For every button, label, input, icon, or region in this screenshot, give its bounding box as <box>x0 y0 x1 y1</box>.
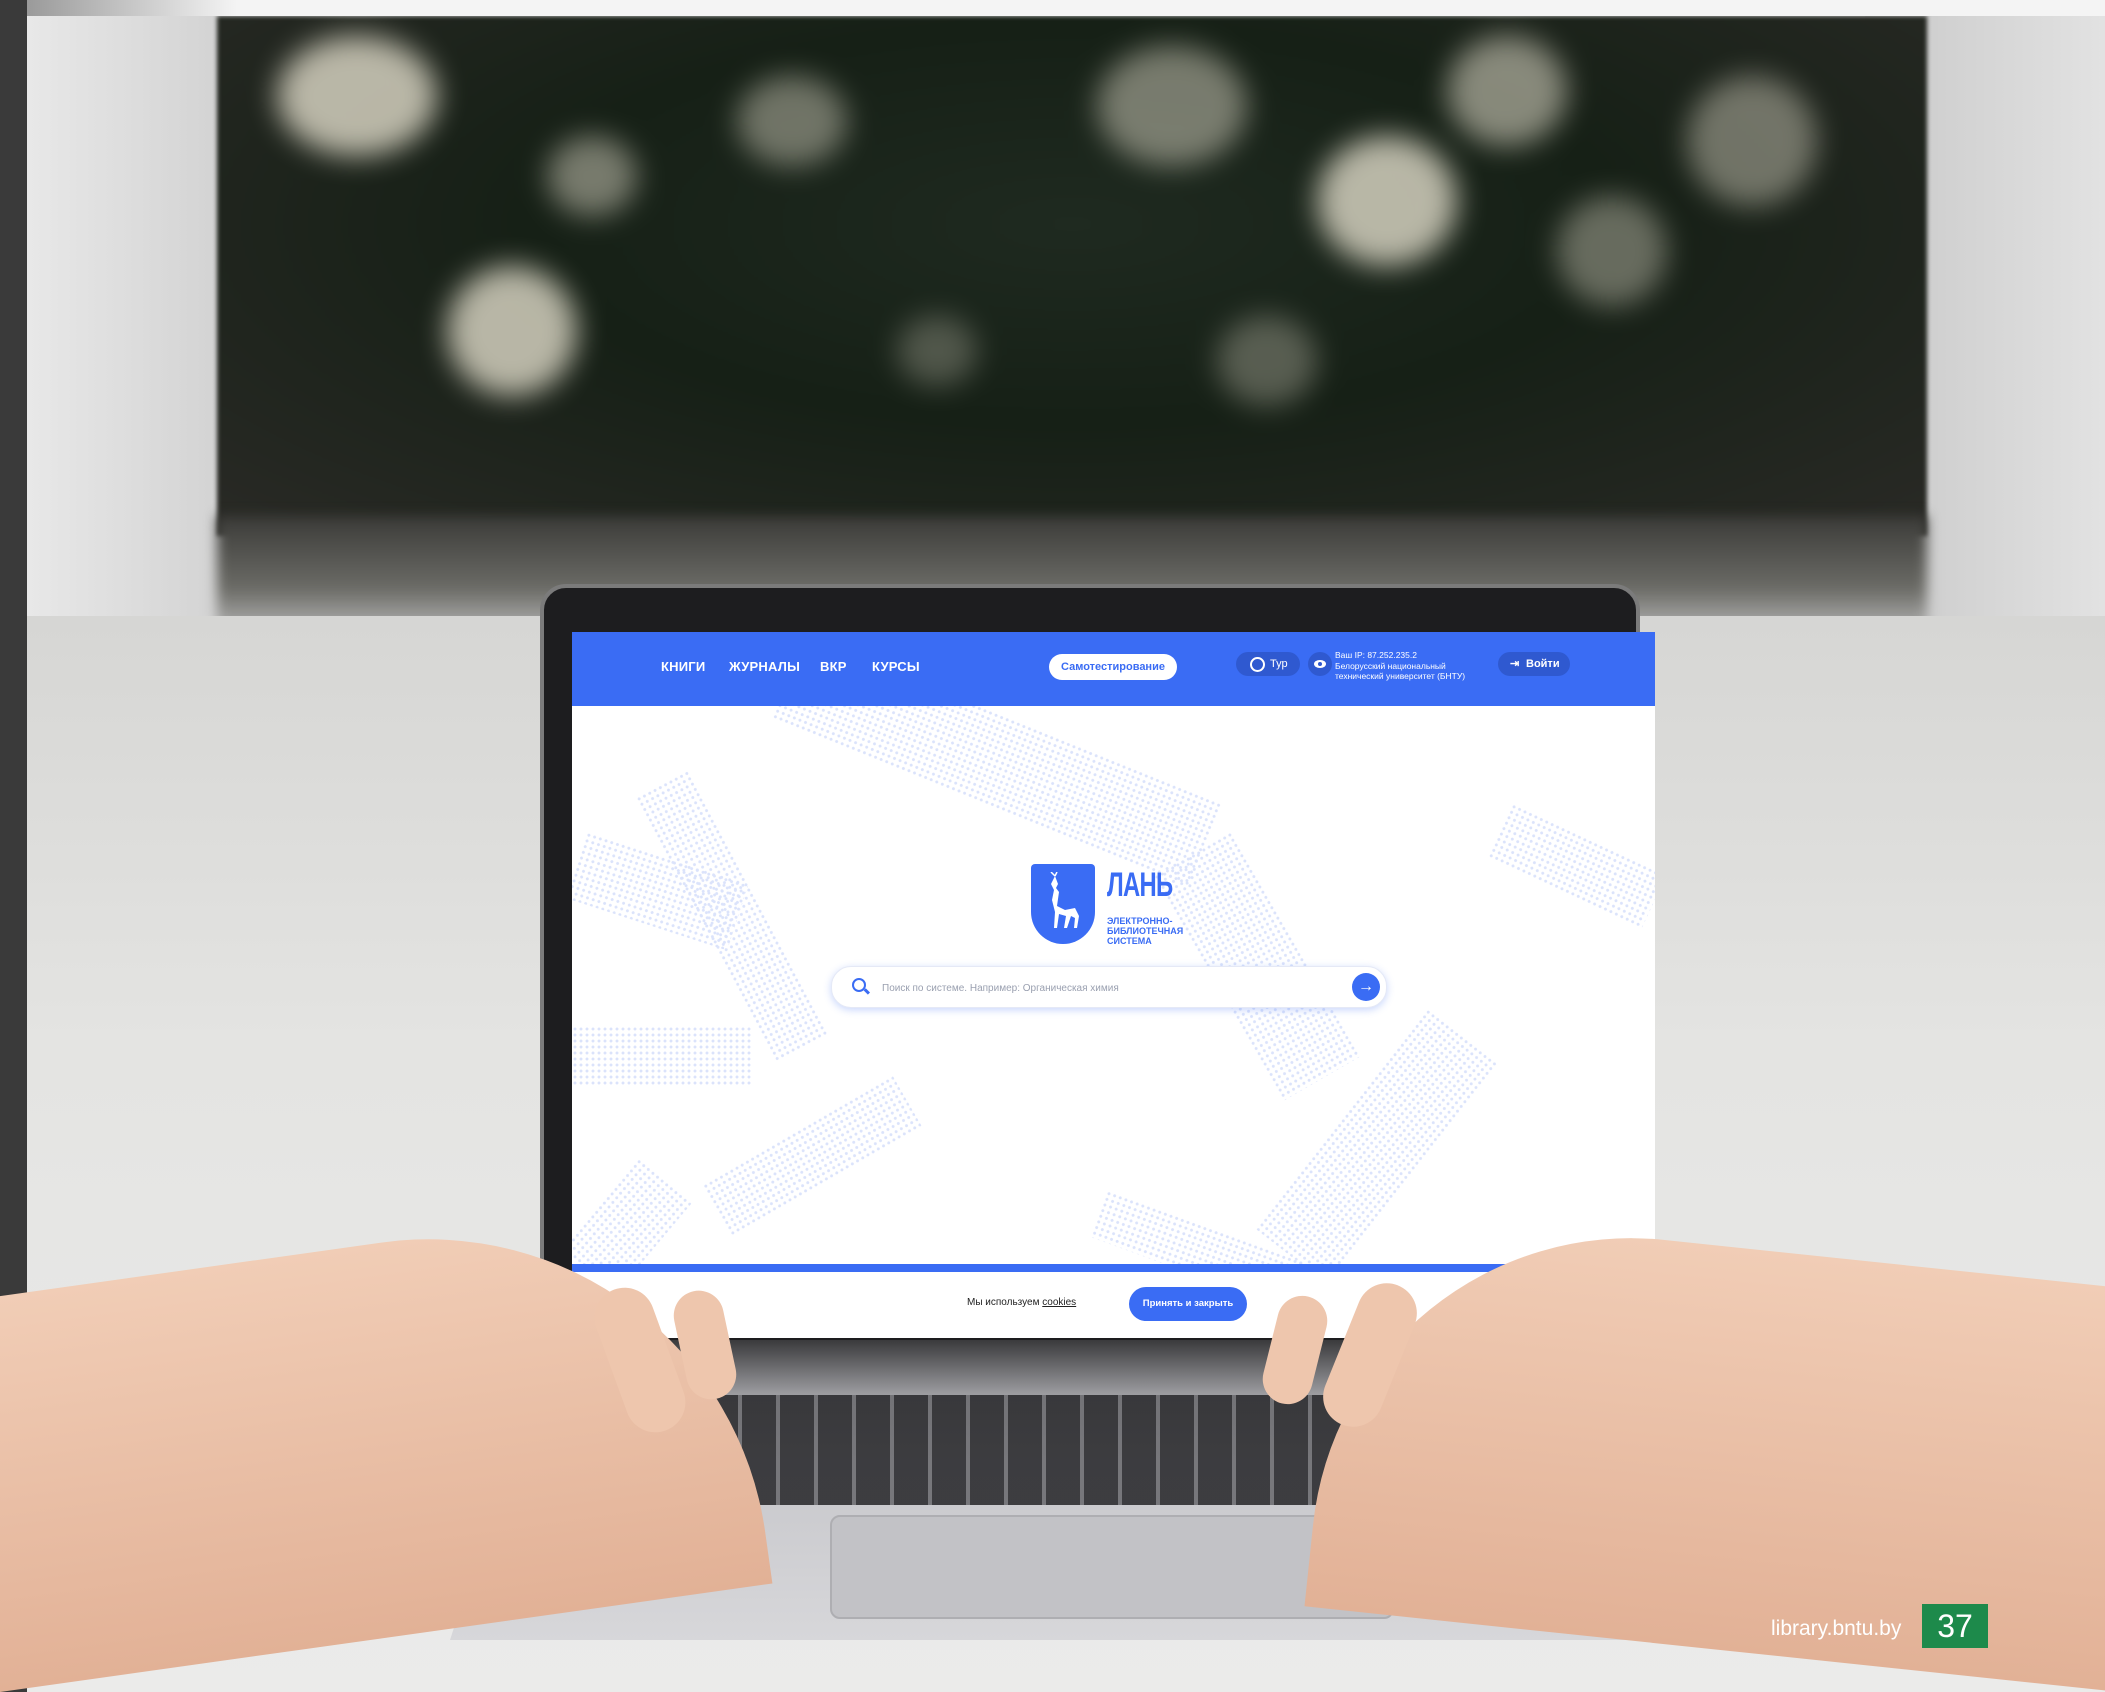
nav-link-vkr[interactable]: ВКР <box>820 659 847 674</box>
deer-icon <box>1050 872 1079 928</box>
site-navbar: КНИГИ ЖУРНАЛЫ ВКР КУРСЫ Самотестирование… <box>572 632 1655 706</box>
lan-logo-subtitle: ЭЛЕКТРОННО- БИБЛИОТЕЧНАЯ СИСТЕМА <box>1107 916 1184 946</box>
nav-link-journals[interactable]: ЖУРНАЛЫ <box>729 659 800 674</box>
blurred-window <box>217 16 1927 536</box>
search-bar: → <box>831 966 1387 1008</box>
top-edge-strip <box>27 0 2105 16</box>
lan-logo-wordmark: ЛАНЬ <box>1107 866 1173 904</box>
login-button[interactable]: ⇥ Войти <box>1498 652 1570 676</box>
compass-icon <box>1250 657 1265 672</box>
search-input[interactable] <box>880 977 1324 999</box>
nav-link-courses[interactable]: КУРСЫ <box>872 659 920 674</box>
ip-info: Ваш IP: 87.252.235.2 Белорусский национа… <box>1335 650 1466 681</box>
footer-site-url: library.bntu.by <box>1771 1617 1902 1640</box>
eye-icon[interactable] <box>1308 652 1332 676</box>
cookie-text: Мы используем cookies <box>967 1297 1077 1308</box>
arrow-right-icon[interactable]: → <box>1352 973 1380 1001</box>
hero-section: ЛАНЬ ЭЛЕКТРОННО- БИБЛИОТЕЧНАЯ СИСТЕМА → <box>572 706 1655 1266</box>
lan-logo-shield <box>1031 864 1095 944</box>
laptop-screen: КНИГИ ЖУРНАЛЫ ВКР КУРСЫ Самотестирование… <box>572 632 1655 1338</box>
self-test-button[interactable]: Самотестирование <box>1049 654 1177 680</box>
search-icon <box>852 978 866 992</box>
login-icon: ⇥ <box>1510 658 1520 670</box>
login-label: Войти <box>1526 658 1560 670</box>
accept-cookies-button[interactable]: Принять и закрыть <box>1129 1287 1247 1321</box>
page-number-badge: 37 <box>1922 1604 1988 1648</box>
nav-link-books[interactable]: КНИГИ <box>661 659 705 674</box>
cookies-link[interactable]: cookies <box>1042 1297 1076 1308</box>
tour-button[interactable]: Тур <box>1236 652 1300 676</box>
tour-label: Тур <box>1270 658 1288 670</box>
